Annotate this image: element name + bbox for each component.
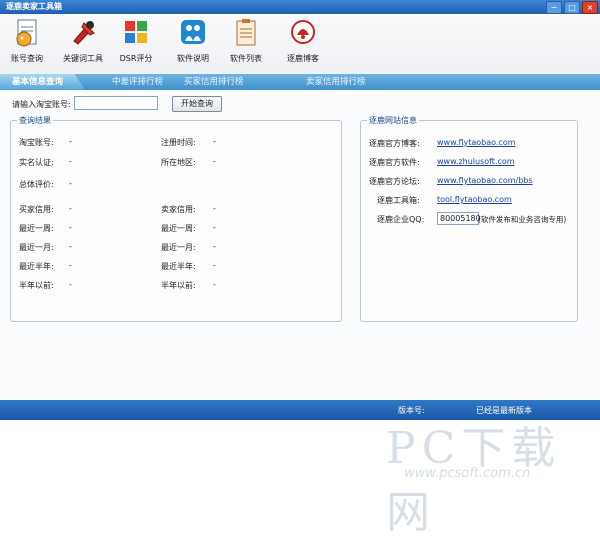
field-label: 所在地区: — [161, 158, 196, 167]
field-label: 淘宝账号: — [19, 138, 54, 147]
field-label: 实名认证: — [19, 158, 54, 167]
toolbar-label: 软件说明 — [177, 54, 209, 63]
software-link[interactable]: www.zhulusoft.com — [437, 157, 515, 166]
field-value: - — [213, 157, 216, 166]
keyword-tool-icon — [68, 17, 98, 47]
field-label: 最近一月: — [19, 243, 54, 252]
site-info-legend: 逐鹿网站信息 — [367, 115, 419, 126]
blog-link[interactable]: www.flytaobao.com — [437, 138, 516, 147]
toolbox-link[interactable]: tool.flytaobao.com — [437, 195, 512, 204]
tab-seller-credit-rank[interactable]: 卖家信用排行榜 — [294, 74, 378, 90]
watermark-url: www.pcsoft.com.cn — [404, 466, 531, 481]
tab-basic-info[interactable]: 基本信息查询 — [0, 74, 86, 90]
field-value: - — [69, 137, 72, 146]
toolbar-label: 逐鹿博客 — [287, 54, 319, 63]
status-bar: 版本号: 已经是最新版本 — [0, 400, 600, 420]
tab-bad-review-rank[interactable]: 中差评排行榜 — [100, 74, 175, 90]
field-value: - — [69, 223, 72, 232]
main-panel: 请输入淘宝账号: 开始查询 查询结果 淘宝账号: - 实名认证: - 总体评价:… — [0, 90, 600, 538]
site-info-label: 逐鹿官方软件: — [369, 158, 420, 167]
field-value: - — [213, 204, 216, 213]
field-label: 半年以前: — [19, 281, 54, 290]
title-bar: 逐鹿卖家工具箱 − □ × — [0, 0, 600, 14]
site-info-group: 逐鹿网站信息 逐鹿官方博客: www.flytaobao.com 逐鹿官方软件:… — [360, 115, 578, 322]
account-query-icon — [12, 17, 42, 47]
toolbar: 账号查询 关键词工具 DSR评分 软件说明 软件列表 逐鹿博客 — [0, 14, 600, 75]
qq-label: 逐鹿企业QQ: — [377, 215, 425, 224]
field-value: - — [69, 157, 72, 166]
field-value: - — [69, 179, 72, 188]
field-label: 总体评价: — [19, 180, 54, 189]
field-value: - — [213, 261, 216, 270]
dsr-score-icon — [121, 17, 151, 47]
site-info-label: 逐鹿工具箱: — [377, 196, 420, 205]
field-label: 卖家信用: — [161, 205, 196, 214]
toolbar-label: 关键词工具 — [63, 54, 103, 63]
field-value: - — [213, 137, 216, 146]
window-controls: − □ × — [546, 1, 598, 14]
taobao-account-input[interactable] — [74, 96, 158, 110]
close-button[interactable]: × — [582, 1, 598, 14]
toolbar-software-help[interactable]: 软件说明 — [163, 17, 223, 64]
toolbar-software-list[interactable]: 软件列表 — [216, 17, 276, 64]
toolbar-label: 账号查询 — [11, 54, 43, 63]
field-value: - — [69, 280, 72, 289]
field-value: - — [69, 204, 72, 213]
version-label: 版本号: — [398, 406, 425, 415]
toolbar-account-query[interactable]: 账号查询 — [0, 17, 57, 64]
minimize-button[interactable]: − — [546, 1, 562, 14]
site-info-label: 逐鹿官方博客: — [369, 139, 420, 148]
toolbar-dsr-score[interactable]: DSR评分 — [106, 17, 166, 64]
field-label: 最近一周: — [161, 224, 196, 233]
software-list-icon — [231, 17, 261, 47]
field-label: 买家信用: — [19, 205, 54, 214]
qq-note: (软件发布和业务咨询专用) — [478, 215, 567, 224]
field-label: 半年以前: — [161, 281, 196, 290]
query-results-group: 查询结果 淘宝账号: - 实名认证: - 总体评价: - 注册时间: - 所在地… — [10, 115, 342, 322]
field-label: 最近一月: — [161, 243, 196, 252]
window-title: 逐鹿卖家工具箱 — [6, 2, 62, 11]
toolbar-zhulu-blog[interactable]: 逐鹿博客 — [273, 17, 333, 64]
toolbar-label: DSR评分 — [119, 54, 153, 63]
field-label: 最近半年: — [19, 262, 54, 271]
search-label: 请输入淘宝账号: — [12, 100, 71, 109]
qq-number-field[interactable]: 80005180 — [437, 212, 481, 225]
start-query-button[interactable]: 开始查询 — [172, 96, 222, 112]
field-label: 最近半年: — [161, 262, 196, 271]
toolbar-label: 软件列表 — [230, 54, 262, 63]
field-label: 注册时间: — [161, 138, 196, 147]
field-value: - — [69, 242, 72, 251]
zhulu-blog-icon — [288, 17, 318, 47]
toolbar-keyword-tool[interactable]: 关键词工具 — [53, 17, 113, 64]
tab-bar: 基本信息查询 中差评排行榜 买家信用排行榜 卖家信用排行榜 — [0, 74, 600, 90]
field-label: 最近一周: — [19, 224, 54, 233]
query-results-legend: 查询结果 — [17, 115, 53, 126]
field-value: - — [213, 242, 216, 251]
update-status: 已经是最新版本 — [476, 406, 532, 415]
tab-buyer-credit-rank[interactable]: 买家信用排行榜 — [172, 74, 256, 90]
forum-link[interactable]: www.flytaobao.com/bbs — [437, 176, 533, 185]
field-value: - — [213, 280, 216, 289]
software-help-icon — [178, 17, 208, 47]
field-value: - — [213, 223, 216, 232]
field-value: - — [69, 261, 72, 270]
site-info-label: 逐鹿官方论坛: — [369, 177, 420, 186]
maximize-button[interactable]: □ — [564, 1, 580, 14]
